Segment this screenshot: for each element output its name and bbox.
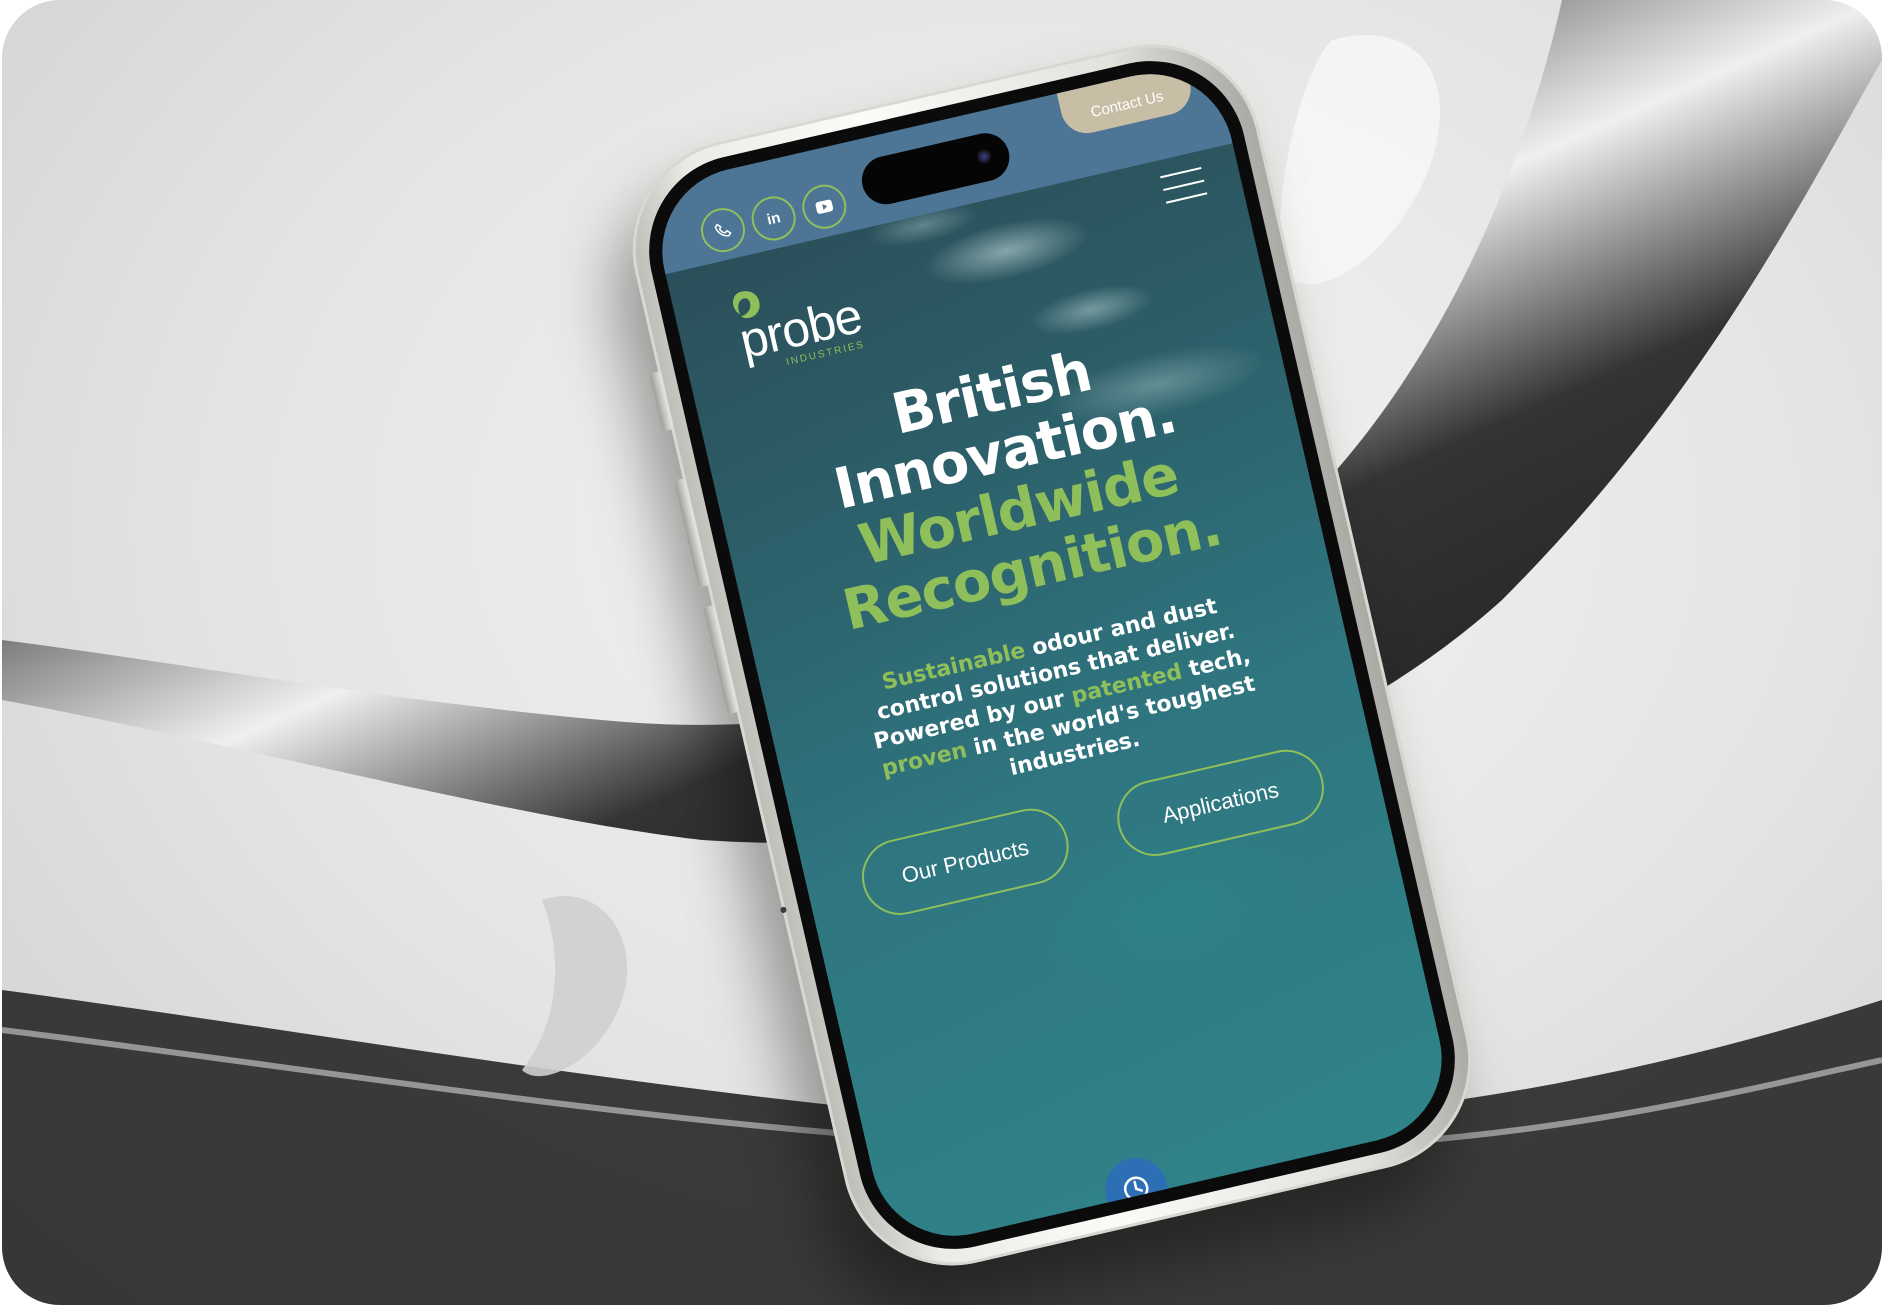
contact-us-button[interactable]: Contact Us <box>1054 57 1196 139</box>
youtube-icon[interactable] <box>797 180 851 234</box>
product-mockup-scene: in Contact Us probe INDUSTRIES British I… <box>2 0 1882 1305</box>
front-camera <box>975 148 993 165</box>
dynamic-island <box>857 128 1015 209</box>
phone-mic-dot <box>779 906 788 914</box>
phone-icon[interactable] <box>696 203 750 257</box>
linkedin-icon[interactable]: in <box>747 192 801 245</box>
linkedin-label: in <box>765 208 783 229</box>
